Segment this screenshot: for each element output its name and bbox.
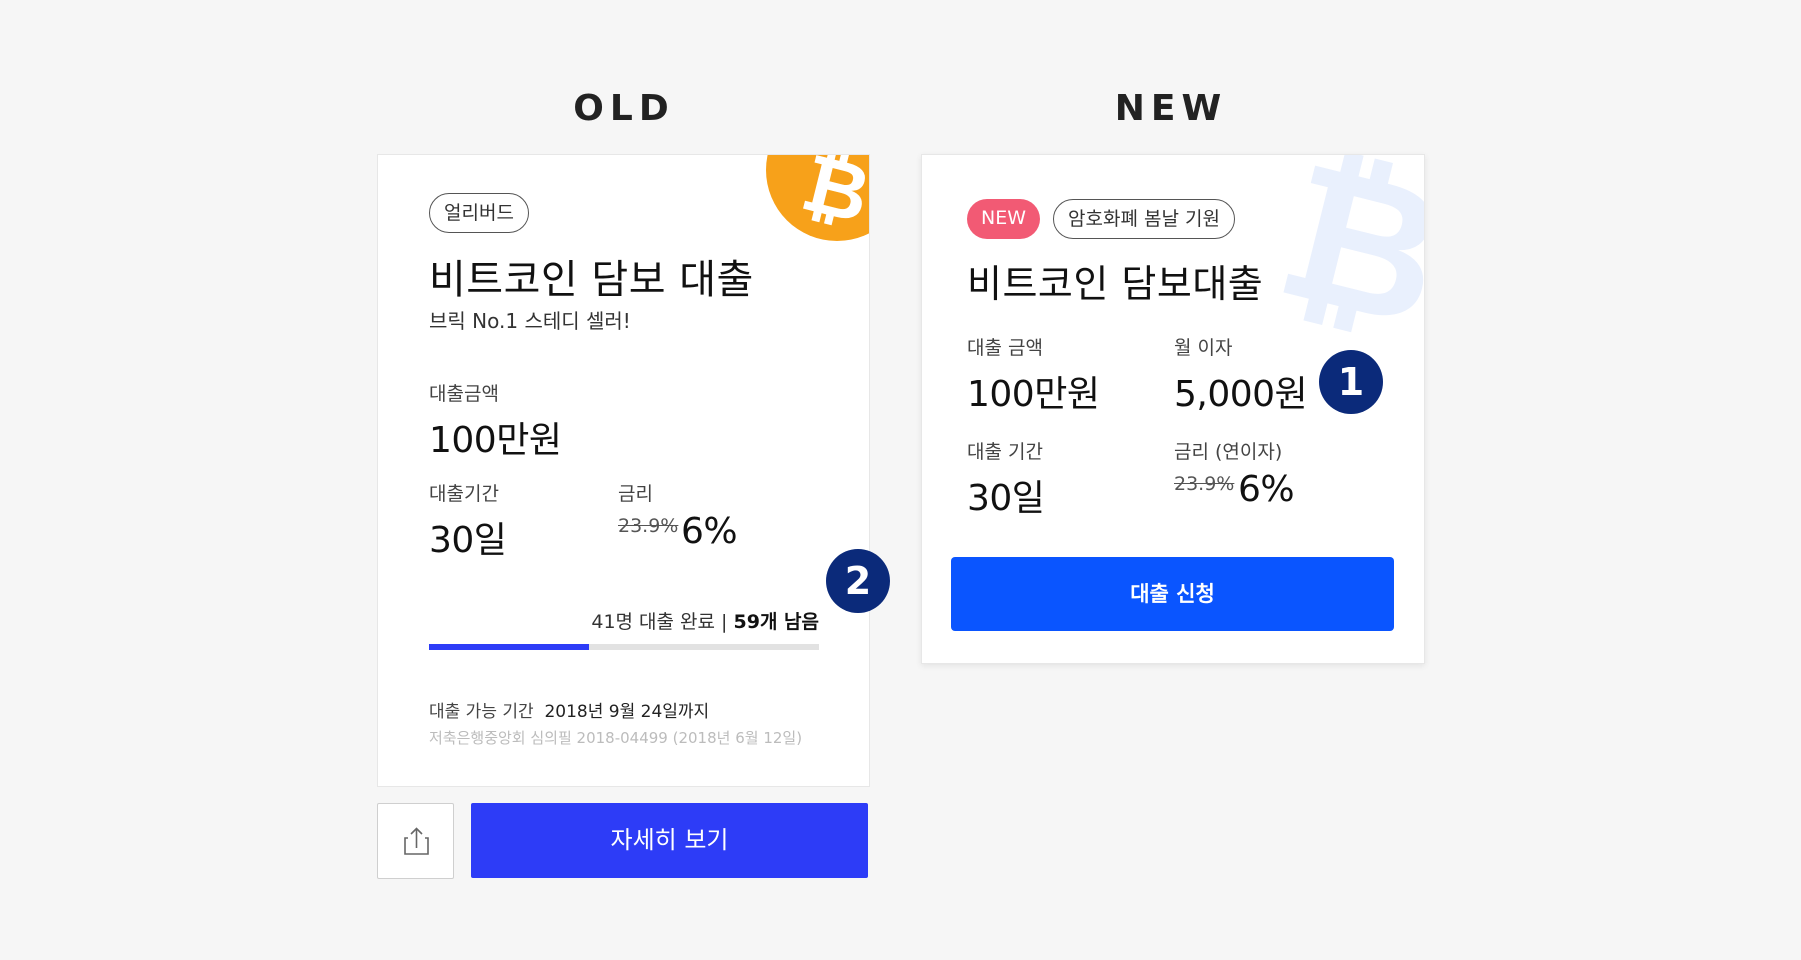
campaign-tag: 암호화폐 봄날 기원	[1053, 199, 1235, 239]
period-label: 대출 기간	[967, 441, 1043, 463]
amount-label: 대출 금액	[967, 337, 1043, 359]
share-icon	[404, 827, 429, 855]
rate-new-value: 6%	[1238, 469, 1295, 510]
amount-label: 대출금액	[429, 383, 499, 405]
availability-period: 대출 가능 기간 2018년 9월 24일까지	[429, 697, 709, 722]
monthly-interest-label: 월 이자	[1174, 337, 1233, 359]
period-label: 대출기간	[429, 483, 499, 505]
availability-label: 대출 가능 기간	[429, 702, 534, 722]
early-bird-tag: 얼리버드	[429, 193, 529, 233]
progress-remaining-text: 59개 남음	[733, 611, 820, 633]
rate-old-value: 23.9%	[618, 515, 679, 537]
new-heading: NEW	[1114, 88, 1228, 129]
annotation-marker-1: 1	[1319, 350, 1383, 414]
availability-value: 2018년 9월 24일까지	[544, 702, 710, 722]
progress-status: 41명 대출 완료 | 59개 남음	[591, 607, 819, 634]
loan-subtitle: 브릭 No.1 스테디 셀러!	[429, 309, 631, 333]
progress-bar	[429, 644, 819, 650]
share-button[interactable]	[377, 803, 454, 879]
period-value: 30일	[429, 520, 507, 561]
bitcoin-watermark-icon: ₿	[1260, 154, 1425, 371]
monthly-interest-value: 5,000원	[1174, 374, 1308, 415]
rate-label: 금리 (연이자)	[1174, 441, 1283, 463]
period-value: 30일	[967, 478, 1045, 519]
bitcoin-logo-icon: ₿	[766, 155, 869, 242]
old-loan-card[interactable]: ₿ 얼리버드 비트코인 담보 대출 브릭 No.1 스테디 셀러! 대출금액 1…	[377, 154, 870, 787]
loan-title: 비트코인 담보 대출	[429, 257, 754, 303]
progress-completed-text: 41명 대출 완료 |	[591, 611, 734, 633]
review-note: 저축은행중앙회 심의필 2018-04499 (2018년 6월 12일)	[429, 729, 803, 747]
view-details-button[interactable]: 자세히 보기	[471, 803, 868, 878]
annotation-marker-2: 2	[826, 549, 890, 613]
old-heading: OLD	[573, 88, 675, 129]
rate-old-value: 23.9%	[1174, 473, 1235, 495]
apply-loan-button[interactable]: 대출 신청	[951, 557, 1394, 631]
progress-bar-fill	[429, 644, 589, 650]
rate-label: 금리	[618, 483, 653, 505]
rate-new-value: 6%	[681, 511, 738, 552]
new-badge: NEW	[967, 199, 1041, 239]
loan-title: 비트코인 담보대출	[967, 262, 1264, 306]
amount-value: 100만원	[429, 420, 562, 461]
amount-value: 100만원	[967, 374, 1100, 415]
